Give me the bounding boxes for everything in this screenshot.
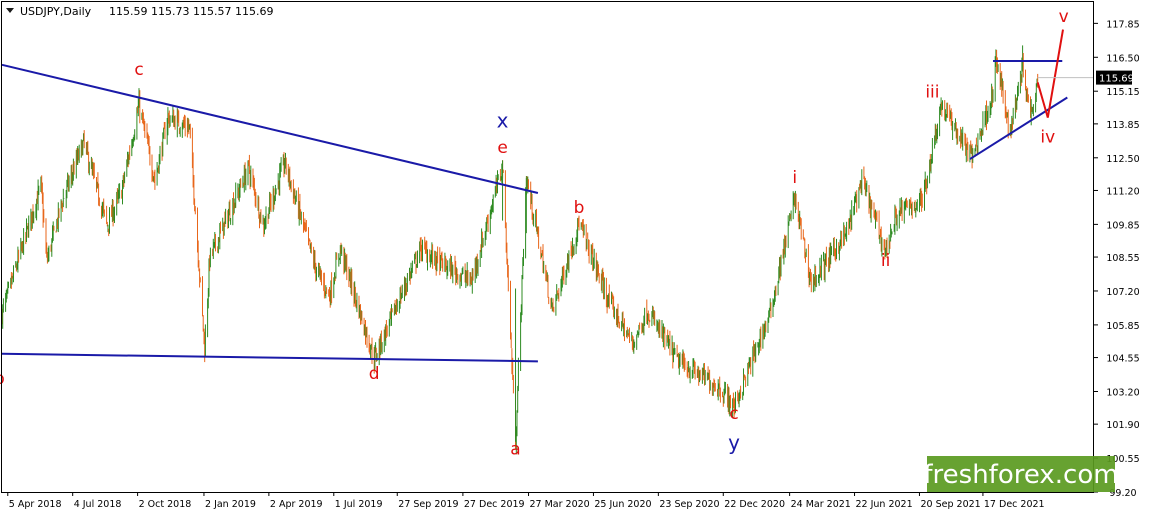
- x-tick-label: 4 Jul 2018: [74, 499, 122, 510]
- wave-label-b: b: [574, 198, 585, 218]
- x-tick-label: 20 Sep 2021: [921, 499, 981, 510]
- y-tick-label: 108.55: [1106, 253, 1139, 264]
- wave-label-y: y: [728, 430, 740, 454]
- wave-label-d: d: [369, 364, 380, 384]
- y-tick-label: 104.55: [1106, 354, 1139, 365]
- y-tick-label: 113.85: [1106, 120, 1139, 131]
- y-tick-label: 115.15: [1106, 87, 1139, 98]
- y-tick-label: 112.50: [1106, 154, 1139, 165]
- current-price-label: 115.69: [1099, 74, 1134, 85]
- ohlc-values: 115.59 115.73 115.57 115.69: [109, 5, 273, 18]
- x-tick-label: 2 Apr 2019: [270, 499, 323, 510]
- current-price-tag: 115.69: [1096, 70, 1134, 85]
- x-tick-label: 1 Jul 2019: [335, 499, 383, 510]
- y-tick-label: 116.50: [1106, 53, 1139, 64]
- y-tick-label: 103.20: [1106, 388, 1139, 399]
- x-tick-label: 22 Dec 2020: [724, 499, 785, 510]
- wave-label-v: v: [1059, 7, 1069, 27]
- chart-background: [0, 0, 1158, 514]
- y-tick-label: 107.20: [1106, 287, 1139, 298]
- chart-header: USDJPY,Daily 115.59 115.73 115.57 115.69: [6, 5, 273, 18]
- x-tick-label: 23 Sep 2020: [659, 499, 719, 510]
- wave-label-c: c: [729, 404, 738, 424]
- symbol-timeframe: USDJPY,Daily: [20, 5, 92, 18]
- x-tick-label: 22 Jun 2021: [856, 499, 913, 510]
- x-tick-label: 17 Dec 2021: [984, 499, 1045, 510]
- y-tick-label: 109.85: [1106, 220, 1139, 231]
- wave-label-e: e: [497, 138, 507, 158]
- x-tick-label: 27 Mar 2020: [530, 499, 590, 510]
- x-tick-label: 24 Mar 2021: [791, 499, 851, 510]
- wave-label-c: c: [134, 60, 143, 80]
- wave-label-a: a: [510, 439, 520, 459]
- y-tick-label: 111.20: [1106, 187, 1139, 198]
- wave-label-iii: iii: [925, 83, 939, 103]
- wave-label-x: x: [497, 109, 509, 133]
- x-tick-label: 27 Dec 2019: [464, 499, 525, 510]
- wave-label-partial: b: [0, 369, 5, 389]
- price-chart[interactable]: cxebdacyiiiiiiivvb 117.85116.50115.15113…: [0, 0, 1158, 514]
- watermark: freshforex.com: [923, 456, 1119, 492]
- wave-label-i: i: [792, 168, 797, 188]
- chart-window: cxebdacyiiiiiiivvb 117.85116.50115.15113…: [0, 0, 1158, 514]
- wave-label-iv: iv: [1040, 128, 1055, 148]
- x-tick-label: 5 Apr 2018: [9, 499, 62, 510]
- y-tick-label: 101.90: [1106, 420, 1139, 431]
- x-tick-label: 25 Jun 2020: [594, 499, 651, 510]
- x-tick-label: 27 Sep 2019: [398, 499, 458, 510]
- watermark-text: freshforex.com: [923, 460, 1118, 490]
- x-tick-label: 2 Jan 2019: [205, 499, 256, 510]
- y-tick-label: 105.85: [1106, 321, 1139, 332]
- x-tick-label: 2 Oct 2018: [139, 499, 192, 510]
- wave-label-ii: ii: [881, 251, 890, 271]
- y-tick-label: 117.85: [1106, 19, 1139, 30]
